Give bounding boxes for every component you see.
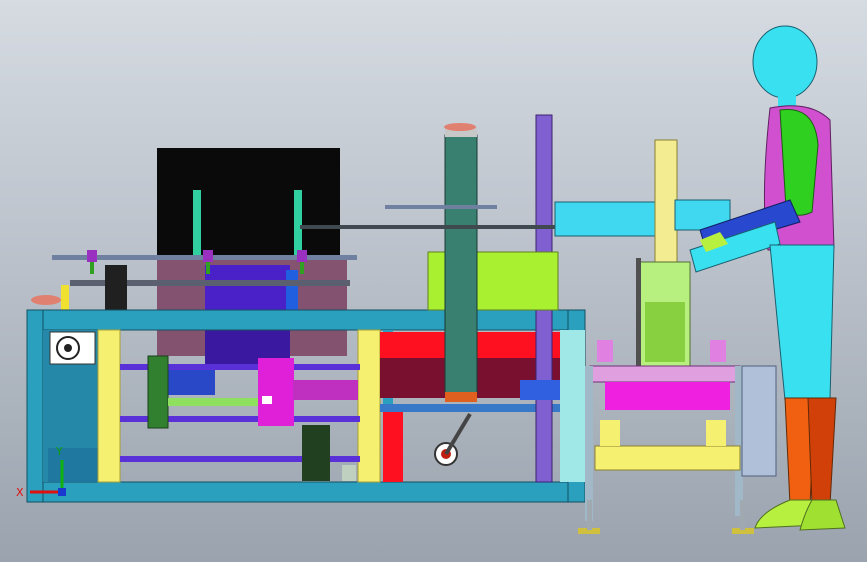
white-tag — [262, 396, 272, 404]
yellow-post-a — [97, 329, 121, 483]
tan-post — [654, 139, 678, 266]
cad-scene: X Y — [0, 0, 867, 562]
triad-x-label: X — [16, 486, 24, 499]
valve-3 — [297, 250, 307, 262]
frame-bottom-beam — [26, 481, 586, 503]
black-hopper-panel — [157, 148, 340, 256]
mannequin-head — [752, 25, 818, 99]
tall-column — [444, 134, 478, 394]
right-side-panel — [741, 365, 777, 477]
yellow-post-b — [357, 329, 381, 483]
right-table-top — [589, 365, 741, 383]
yellow-leg-1 — [600, 420, 620, 446]
valve-stem-3 — [300, 262, 304, 274]
valve-1 — [87, 250, 97, 262]
green-post-bg — [560, 330, 585, 482]
upper-rod — [385, 205, 497, 209]
cad-viewport[interactable]: X Y — [0, 0, 867, 562]
frame-top-beam — [26, 309, 586, 331]
magenta-cube-left — [597, 340, 613, 362]
triad-y-label: Y — [55, 445, 63, 458]
yellow-leg-2 — [706, 420, 726, 446]
valve-2 — [203, 250, 213, 262]
right-table-base — [594, 445, 741, 471]
frame-left-post — [26, 309, 44, 503]
magenta-cube-right — [710, 340, 726, 362]
mannequin-upper-arm — [779, 108, 819, 216]
left-bracket — [105, 265, 127, 310]
valve-stem-2 — [206, 262, 210, 274]
cyan-arm — [554, 201, 668, 237]
valve-stem-1 — [90, 262, 94, 274]
blue-cylinder — [286, 270, 298, 310]
green-slide-plate — [147, 355, 169, 429]
leg-left — [587, 500, 592, 530]
upper-long-rod — [300, 225, 590, 229]
hopper-guide-left — [193, 190, 201, 260]
column-base — [445, 392, 477, 402]
column-top-disc — [444, 123, 476, 131]
right-table-frame — [585, 366, 593, 521]
chute-frame — [636, 258, 641, 368]
magenta-block-side — [293, 380, 358, 400]
triad-origin — [58, 488, 66, 496]
right-table-magenta — [605, 382, 730, 410]
green-rod — [168, 398, 263, 406]
small-box — [342, 465, 356, 481]
magenta-block — [258, 358, 294, 426]
green-valve-stack — [302, 425, 330, 481]
leg-right — [740, 500, 745, 530]
left-top-disc — [31, 295, 61, 305]
red-panel-lower — [383, 410, 403, 482]
blue-bracket — [520, 380, 560, 400]
lime-chute-inner — [645, 302, 685, 362]
